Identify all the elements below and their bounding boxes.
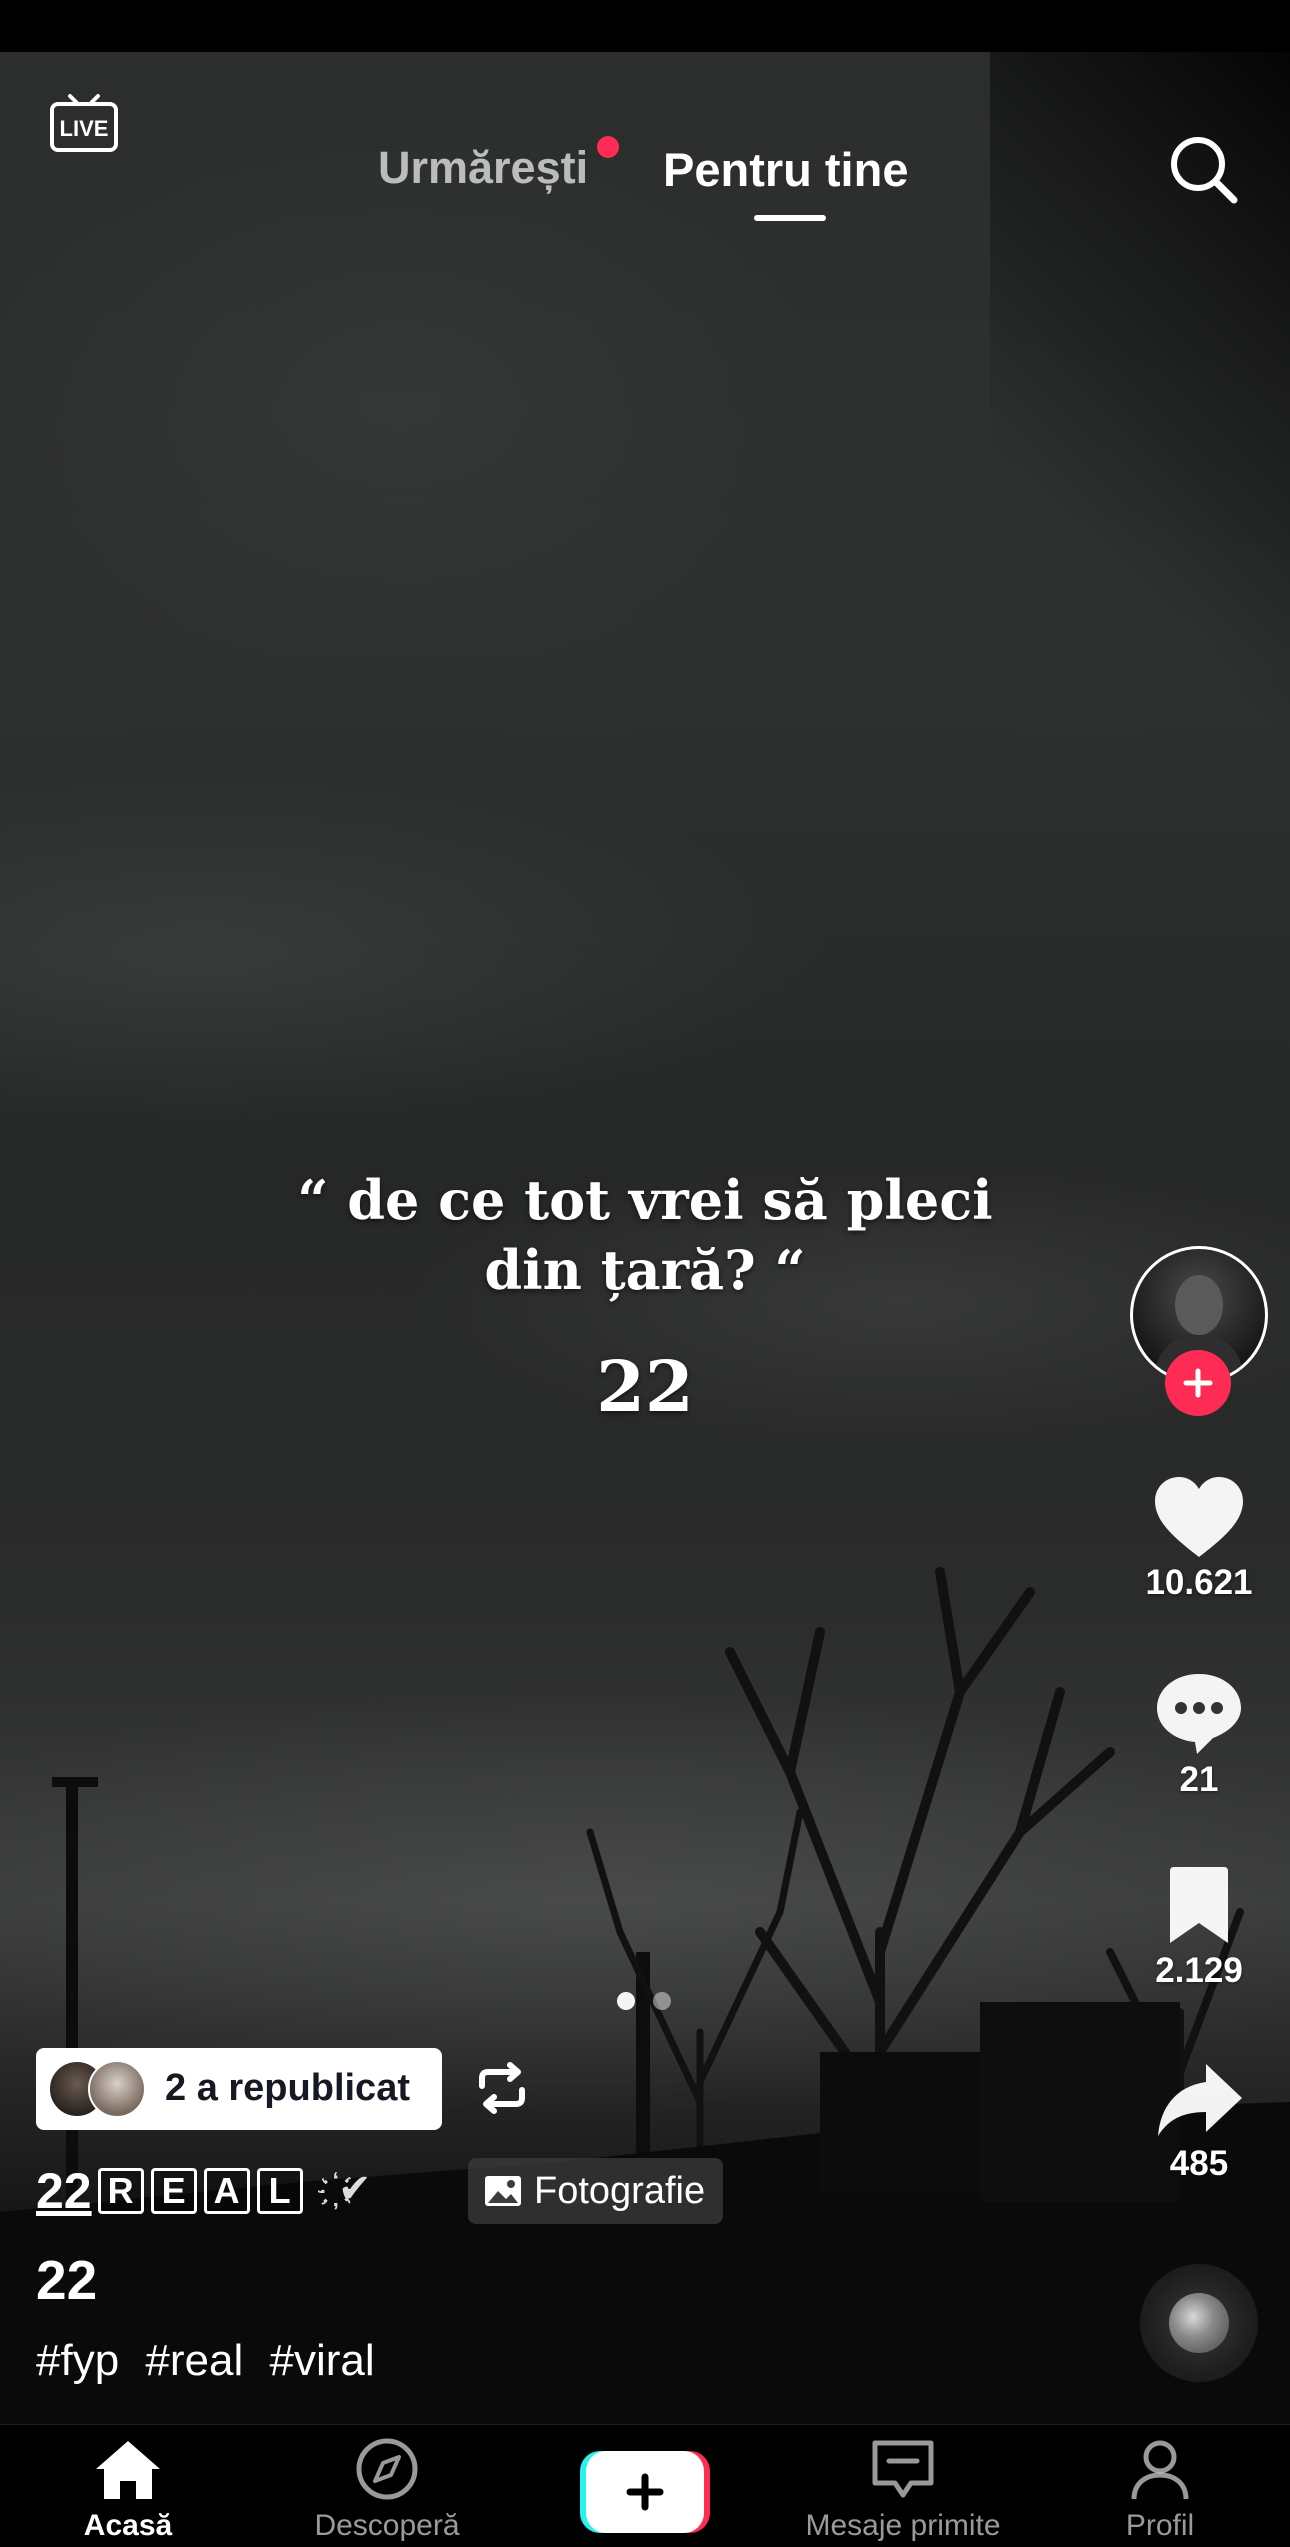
tab-home-label: Acasă — [83, 2509, 173, 2542]
hashtag-link[interactable]: #fyp — [36, 2336, 119, 2385]
comment-icon — [1157, 1674, 1241, 1754]
repost-chip[interactable]: 2 a republicat — [36, 2048, 442, 2130]
author-letter: R — [97, 2168, 144, 2214]
tab-profile[interactable]: Profil — [1050, 2437, 1270, 2543]
repost-label: 2 a republicat — [165, 2067, 410, 2109]
author-letter: E — [150, 2168, 197, 2214]
photo-overlay-quote: “ de ce tot vrei să pleci din țară? “ — [297, 1168, 993, 1302]
comment-button[interactable]: 21 — [1130, 1670, 1268, 1800]
photo-overlay-number: 22 — [596, 1345, 694, 1428]
author-name-prefix: 22 — [36, 2163, 92, 2219]
author-name-decoration: ҉✔ — [336, 2167, 374, 2211]
follow-button[interactable] — [1165, 1350, 1231, 1416]
photo-type-label: Fotografie — [534, 2169, 706, 2212]
status-bar — [0, 0, 1290, 52]
plus-icon — [1183, 1368, 1213, 1398]
bookmark-icon — [1170, 1867, 1228, 1943]
carousel-dot — [653, 1992, 671, 2010]
active-tab-indicator — [754, 215, 826, 221]
tab-inbox-label: Mesaje primite — [805, 2509, 1001, 2542]
post-description: 22 — [36, 2249, 98, 2311]
share-count: 485 — [1169, 2144, 1229, 2183]
author-letter: L — [256, 2168, 303, 2214]
save-count: 2.129 — [1155, 1951, 1243, 1990]
bottom-tab-bar: Acasă Descoperă Mesaje primite Profil — [0, 2424, 1290, 2547]
tab-inbox[interactable]: Mesaje primite — [793, 2437, 1013, 2543]
like-button[interactable]: 10.621 — [1130, 1475, 1268, 1603]
hashtag-link[interactable]: #viral — [269, 2336, 374, 2385]
save-button[interactable]: 2.129 — [1130, 1865, 1268, 1991]
repost-button[interactable] — [472, 2062, 532, 2114]
tiktok-feed-screen: LIVE Urmărești Pentru tine “ de ce tot v… — [0, 0, 1290, 2547]
hashtag-link[interactable]: #real — [145, 2336, 243, 2385]
profile-icon — [1131, 2440, 1189, 2500]
tab-home[interactable]: Acasă — [18, 2437, 238, 2543]
home-icon — [96, 2441, 160, 2499]
tab-following[interactable]: Urmărești — [378, 142, 588, 194]
share-button[interactable]: 485 — [1130, 2060, 1268, 2184]
carousel-dot — [617, 1992, 635, 2010]
author-row: 22 R E A L ҉✔ Fotografie — [36, 2158, 756, 2224]
music-cover-icon — [1169, 2293, 1229, 2353]
comment-count: 21 — [1179, 1760, 1219, 1799]
carousel-pagination — [617, 1992, 677, 2012]
repost-icon — [479, 2062, 525, 2114]
tab-profile-label: Profil — [1125, 2509, 1195, 2542]
plus-icon — [580, 2451, 710, 2533]
author-letter: A — [203, 2168, 250, 2214]
like-count: 10.621 — [1145, 1563, 1253, 1602]
hashtags: #fyp #real #viral — [36, 2336, 389, 2386]
heart-icon — [1155, 1477, 1243, 1557]
svg-text:LIVE: LIVE — [60, 116, 109, 141]
share-arrow-icon — [1158, 2064, 1242, 2136]
tab-discover[interactable]: Descoperă — [277, 2437, 497, 2543]
photo-type-badge: Fotografie — [468, 2158, 724, 2224]
create-button[interactable] — [580, 2449, 710, 2535]
music-disc[interactable] — [1140, 2264, 1258, 2382]
compass-icon — [356, 2438, 418, 2500]
tab-for-you[interactable]: Pentru tine — [663, 142, 908, 197]
search-button[interactable] — [1166, 132, 1242, 208]
tab-discover-label: Descoperă — [314, 2509, 460, 2542]
live-button[interactable]: LIVE — [46, 82, 122, 158]
top-nav: LIVE Urmărești Pentru tine — [0, 52, 1290, 221]
notification-dot — [597, 136, 619, 158]
inbox-icon — [872, 2440, 934, 2498]
live-tv-icon: LIVE — [50, 94, 118, 152]
search-icon — [1171, 137, 1238, 204]
author-username[interactable]: 22 R E A L — [36, 2158, 310, 2224]
reposter-avatar — [88, 2060, 146, 2118]
image-icon — [485, 2176, 521, 2206]
